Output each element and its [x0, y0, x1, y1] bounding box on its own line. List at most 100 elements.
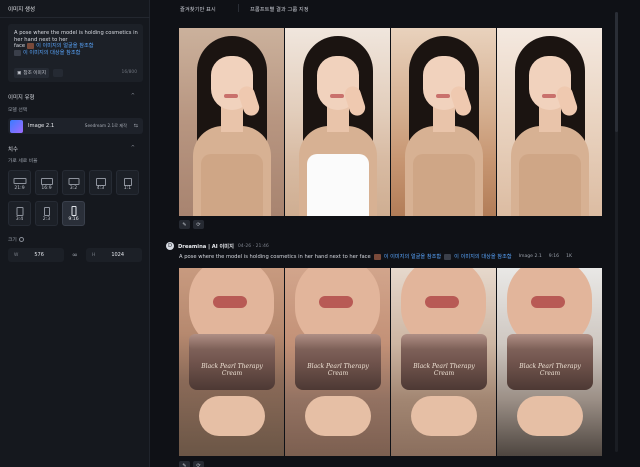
result-image-7[interactable]: Black Pearl Therapy Cream: [391, 268, 496, 456]
ratio-9-16-icon: [71, 206, 76, 216]
ratio-label: 3:4: [15, 217, 24, 222]
jar-label: Black Pearl Therapy Cream: [201, 363, 263, 377]
model-selector[interactable]: Image 2.1 Seedream 2.1로 제작 ⇆: [8, 118, 143, 134]
face-reference-text[interactable]: 이 이미지의 얼굴을 참조함: [36, 43, 93, 50]
ratio-16-9-icon: [40, 178, 53, 185]
message-face-ref[interactable]: 이 이미지의 얼굴을 참조함: [384, 253, 441, 260]
link-aspect-icon[interactable]: ∞: [72, 251, 78, 259]
result-image-5[interactable]: Black Pearl Therapy Cream: [179, 268, 284, 456]
message-prompt-text: A pose where the model is holding cosmet…: [179, 253, 371, 260]
top-separator: [238, 4, 239, 12]
prompt-actions: ▣ 참조 이미지: [14, 68, 63, 78]
ratio-4-3-icon: [95, 178, 106, 186]
result-image-3[interactable]: [391, 28, 496, 216]
prompt-ref-line-1: face 이 이미지의 얼굴을 참조함: [14, 43, 139, 50]
message-time: 04-26 · 21:46: [237, 243, 269, 249]
prompt-text[interactable]: A pose where the model is holding cosmet…: [14, 30, 139, 57]
image-type-title: 이미지 유형: [8, 95, 35, 101]
dimensions-title: 치수: [8, 147, 18, 153]
ratio-label: 9:16: [68, 217, 79, 222]
meta-model: Image 2.1: [518, 254, 542, 259]
ratio-3-4-button[interactable]: 3:4: [8, 201, 31, 226]
message-header: D Dreamina | AI 이미지 04-26 · 21:46: [166, 242, 269, 250]
object-reference-thumbnail-icon: [444, 253, 452, 260]
tab-image-generation[interactable]: 이미지 생성: [8, 5, 35, 13]
prompt-box[interactable]: A pose where the model is holding cosmet…: [8, 24, 143, 82]
scrollbar-thumb[interactable]: [615, 12, 618, 132]
prompt-ref-line-2: 이 이미지의 대상을 참조함: [14, 50, 139, 57]
info-icon[interactable]: [18, 237, 24, 242]
height-prefix: H: [92, 252, 96, 258]
ratio-21-9-icon: [13, 178, 26, 184]
height-field[interactable]: H 1024: [86, 248, 142, 262]
aspect-ratio-label: 가로 세로 비율: [8, 159, 38, 164]
edit-icon[interactable]: ✎: [179, 461, 190, 467]
model-name: Image 2.1: [28, 123, 55, 129]
result-actions-1: ✎ ⟳: [179, 220, 204, 229]
prompt-extra-button[interactable]: [52, 69, 63, 77]
ratio-label: 16:9: [41, 186, 52, 191]
ratio-label: 1:1: [123, 186, 132, 191]
tab-favorites-only[interactable]: 즐겨찾기만 표시: [180, 5, 216, 13]
sidebar: 이미지 생성 A pose where the model is holding…: [0, 0, 150, 467]
image-icon: ▣: [17, 70, 22, 76]
size-label: 크기: [8, 238, 17, 243]
reference-image-button[interactable]: ▣ 참조 이미지: [14, 68, 49, 78]
object-reference-text[interactable]: 이 이미지의 대상을 참조함: [23, 50, 80, 57]
prompt-char-count: 16/800: [121, 70, 137, 75]
ratio-3-2-button[interactable]: 3:2: [62, 170, 85, 195]
meta-ratio: 9:16: [548, 254, 560, 259]
model-version: Seedream 2.1로 제작: [84, 123, 127, 128]
ratio-21-9-button[interactable]: 21:9: [8, 170, 31, 195]
result-image-1[interactable]: [179, 28, 284, 216]
tab-group-by-prompt[interactable]: 프롬프트별 결과 그룹 지정: [250, 5, 309, 13]
image-type-collapse-icon[interactable]: ^: [131, 93, 135, 99]
dimensions-collapse-icon[interactable]: ^: [131, 145, 135, 151]
result-image-4[interactable]: [497, 28, 602, 216]
width-field[interactable]: W 576: [8, 248, 64, 262]
prompt-line-3: face: [14, 43, 26, 50]
result-actions-2: ✎ ⟳: [179, 461, 204, 467]
ratio-16-9-button[interactable]: 16:9: [35, 170, 58, 195]
jar-label: Black Pearl Therapy Cream: [519, 363, 581, 377]
tab-underline: [0, 17, 150, 18]
width-prefix: W: [14, 252, 19, 258]
jar-label: Black Pearl Therapy Cream: [413, 363, 475, 377]
edit-icon[interactable]: ✎: [179, 220, 190, 229]
ratio-1-1-button[interactable]: 1:1: [116, 170, 139, 195]
model-settings-icon[interactable]: ⇆: [134, 123, 138, 129]
ratio-2-3-button[interactable]: 2:3: [35, 201, 58, 226]
message-object-ref[interactable]: 이 이미지의 대상을 참조함: [454, 253, 511, 260]
model-select-label: 모델 선택: [8, 108, 28, 113]
face-reference-thumbnail-icon: [373, 253, 381, 260]
result-image-2[interactable]: [285, 28, 390, 216]
ratio-9-16-button[interactable]: 9:16: [62, 201, 85, 226]
ratio-label: 3:2: [69, 186, 78, 191]
width-value: 576: [34, 252, 44, 258]
reference-image-label: 참조 이미지: [23, 71, 46, 76]
ratio-1-1-icon: [123, 178, 132, 186]
result-image-6[interactable]: Black Pearl Therapy Cream: [285, 268, 390, 456]
meta-resolution: 1K: [566, 254, 573, 259]
face-reference-thumbnail-icon: [27, 43, 35, 50]
message-author: Dreamina | AI 이미지: [178, 243, 234, 250]
result-grid-1: [179, 28, 602, 216]
result-image-8[interactable]: Black Pearl Therapy Cream: [497, 268, 602, 456]
height-value: 1024: [111, 252, 125, 258]
ratio-label: 4:3: [96, 186, 105, 191]
ratio-2-3-icon: [43, 207, 50, 216]
result-grid-2: Black Pearl Therapy Cream Black Pearl Th…: [179, 268, 602, 456]
prompt-line-1: A pose where the model is holding cosmet…: [14, 30, 138, 36]
jar-label: Black Pearl Therapy Cream: [307, 363, 369, 377]
ratio-4-3-button[interactable]: 4:3: [89, 170, 112, 195]
ratio-3-4-icon: [16, 207, 23, 216]
message-prompt: A pose where the model is holding cosmet…: [179, 253, 572, 260]
model-thumbnail-icon: [10, 119, 23, 133]
dreamina-avatar: D: [166, 242, 174, 250]
object-reference-thumbnail-icon: [14, 50, 21, 57]
ratio-label: 2:3: [42, 217, 51, 222]
regenerate-icon[interactable]: ⟳: [193, 461, 204, 467]
regenerate-icon[interactable]: ⟳: [193, 220, 204, 229]
top-bar: 즐겨찾기만 표시 프롬프트별 결과 그룹 지정: [150, 0, 640, 17]
ratio-3-2-icon: [68, 178, 79, 185]
